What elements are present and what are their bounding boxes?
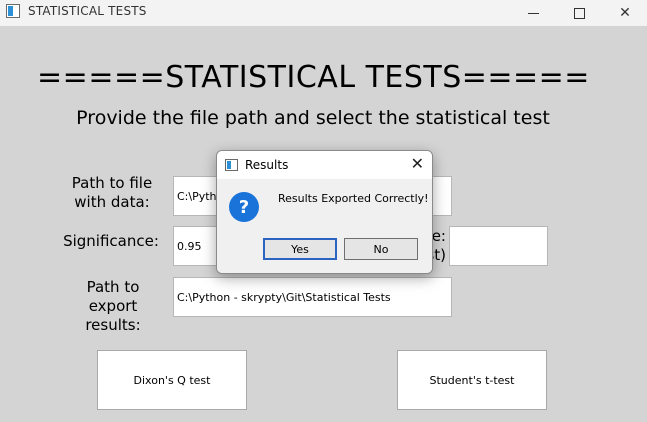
mean-value-input[interactable]	[449, 226, 548, 266]
dialog-close-icon[interactable]: ✕	[411, 155, 424, 173]
export-path-label-line1: Path to	[86, 278, 140, 296]
title-bar: STATISTICAL TESTS ✕	[0, 0, 647, 26]
file-path-label: Path to file with data:	[64, 174, 160, 212]
export-path-label: Path to export results:	[62, 278, 164, 335]
no-button[interactable]: No	[344, 238, 418, 260]
close-icon: ✕	[619, 5, 631, 21]
maximize-icon	[573, 7, 585, 19]
student-t-test-button[interactable]: Student's t-test	[397, 350, 547, 410]
close-button[interactable]: ✕	[602, 0, 647, 26]
app-icon	[6, 4, 20, 18]
minimize-button[interactable]	[510, 0, 556, 26]
significance-label: Significance:	[63, 232, 159, 250]
dialog-title: Results	[245, 158, 289, 172]
results-dialog: Results ✕ ? Results Exported Correctly! …	[216, 150, 433, 274]
yes-button[interactable]: Yes	[263, 238, 337, 260]
export-path-input[interactable]: C:\Python - skrypty\Git\Statistical Test…	[173, 277, 452, 317]
window-title: STATISTICAL TESTS	[28, 4, 147, 18]
dialog-title-bar: Results ✕	[217, 151, 432, 179]
page-title: =====STATISTICAL TESTS=====	[37, 60, 590, 95]
dixon-q-test-button[interactable]: Dixon's Q test	[97, 350, 247, 410]
dialog-message: Results Exported Correctly!	[278, 192, 429, 205]
dialog-app-icon	[225, 159, 238, 171]
dialog-body: ? Results Exported Correctly! Yes No	[217, 179, 432, 273]
question-icon: ?	[229, 192, 259, 222]
file-path-label-line2: with data:	[74, 193, 150, 211]
maximize-button[interactable]	[556, 0, 602, 26]
page-subtitle: Provide the file path and select the sta…	[76, 107, 550, 129]
minimize-icon	[527, 12, 539, 14]
file-path-label-line1: Path to file	[71, 174, 153, 192]
export-path-label-line2: export results:	[85, 297, 141, 334]
